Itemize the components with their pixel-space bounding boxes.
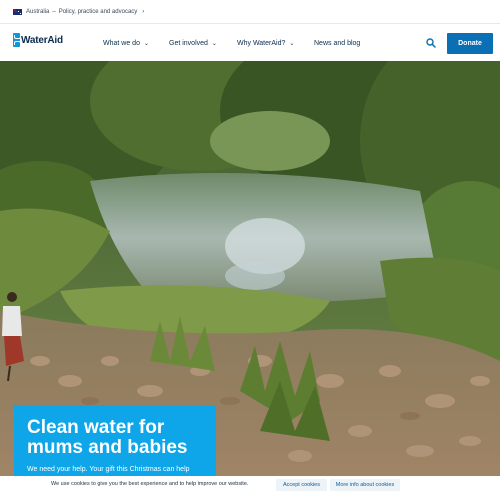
nav-item-why-wateraid[interactable]: Why WaterAid? ⌄ xyxy=(237,40,294,47)
breadcrumb-separator: – xyxy=(52,8,56,15)
nav-label: News and blog xyxy=(314,40,361,47)
cookie-message: We use cookies to give you the best expe… xyxy=(51,481,249,487)
australia-flag-icon xyxy=(13,8,22,15)
nav-item-get-involved[interactable]: Get involved ⌄ xyxy=(169,40,217,47)
search-icon[interactable] xyxy=(426,38,436,48)
hero-subtitle: We need your help. Your gift this Christ… xyxy=(27,466,190,473)
policy-link[interactable]: Policy, practice and advocacy xyxy=(59,9,138,15)
nav-label: What we do xyxy=(103,40,140,47)
nav-label: Get involved xyxy=(169,40,208,47)
accept-cookies-button[interactable]: Accept cookies xyxy=(276,479,327,491)
utility-bar: Australia – Policy, practice and advocac… xyxy=(0,0,500,24)
nav-item-what-we-do[interactable]: What we do ⌄ xyxy=(103,40,149,47)
nav-label: Why WaterAid? xyxy=(237,40,286,47)
donate-button[interactable]: Donate xyxy=(447,33,493,54)
main-nav: What we do ⌄ Get involved ⌄ Why WaterAid… xyxy=(0,40,500,50)
cookie-banner xyxy=(0,476,500,500)
country-label[interactable]: Australia xyxy=(26,9,49,15)
more-info-cookies-button[interactable]: More info about cookies xyxy=(330,479,400,491)
chevron-right-icon: › xyxy=(142,8,145,15)
hero-image: Clean water for mums and babies We need … xyxy=(0,61,500,476)
nav-item-news-and-blog[interactable]: News and blog xyxy=(314,40,360,47)
chevron-down-icon: ⌄ xyxy=(289,41,295,47)
hero-card: Clean water for mums and babies We need … xyxy=(14,405,216,476)
chevron-down-icon: ⌄ xyxy=(143,41,149,47)
hero-title: Clean water for mums and babies xyxy=(27,417,188,458)
chevron-down-icon: ⌄ xyxy=(211,41,217,47)
